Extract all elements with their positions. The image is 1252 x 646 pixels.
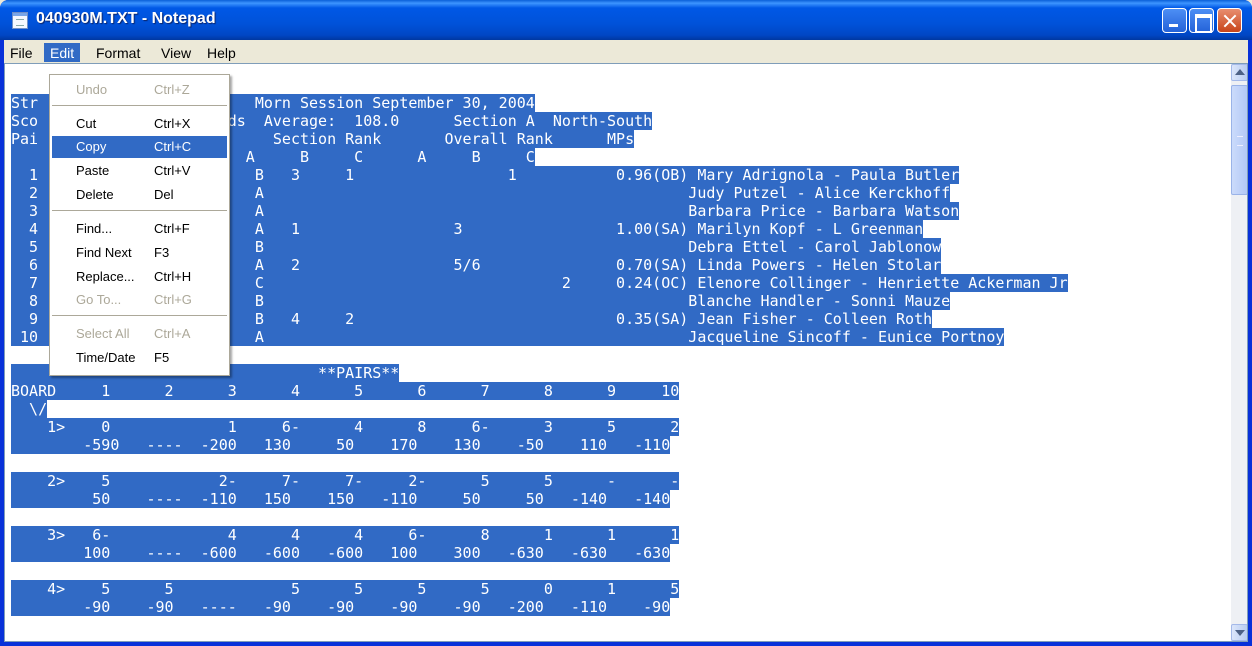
scroll-up-icon[interactable]	[1231, 64, 1247, 81]
menu-item-paste[interactable]: Paste Ctrl+V	[52, 160, 227, 182]
text-line: BOARD 1 2 3 4 5 6 7 8 9 10	[11, 382, 1068, 400]
menu-bar: File Edit Format View Help	[4, 40, 1248, 63]
menu-item-time-date[interactable]: Time/Date F5	[52, 347, 227, 369]
menu-separator	[52, 105, 227, 106]
paste-label: Paste	[76, 163, 110, 178]
text-line: -90 -90 ---- -90 -90 -90 -90 -200 -110 -…	[11, 598, 1068, 616]
find-next-label: Find Next	[76, 245, 132, 260]
text-line: 50 ---- -110 150 150 -110 50 50 -140 -14…	[11, 490, 1068, 508]
select-all-shortcut: Ctrl+A	[154, 326, 191, 341]
selected-text: -90 -90 ---- -90 -90 -90 -90 -200 -110 -…	[11, 598, 671, 616]
text-line	[11, 508, 1068, 526]
time-date-shortcut: F5	[154, 350, 170, 365]
menu-help[interactable]: Help	[201, 43, 242, 62]
text-line: 4> 5 5 5 5 5 5 0 1 5	[11, 580, 1068, 598]
copy-label: Copy	[76, 139, 107, 154]
menu-item-copy[interactable]: Copy Ctrl+C	[52, 136, 227, 158]
selected-text: 50 ---- -110 150 150 -110 50 50 -140 -14…	[11, 490, 671, 508]
text-line: 3> 6- 4 4 4 6- 8 1 1 1	[11, 526, 1068, 544]
text-line: 100 ---- -600 -600 -600 100 300 -630 -63…	[11, 544, 1068, 562]
menu-view[interactable]: View	[155, 43, 197, 62]
paste-shortcut: Ctrl+V	[154, 163, 191, 178]
selected-text: 100 ---- -600 -600 -600 100 300 -630 -63…	[11, 544, 671, 562]
menu-separator	[52, 315, 227, 316]
vertical-scrollbar[interactable]	[1231, 64, 1247, 641]
select-all-label: Select All	[76, 326, 130, 341]
title-bar[interactable]: 040930M.TXT - Notepad	[0, 0, 1252, 40]
selected-text: -590 ---- -200 130 50 170 130 -50 110 -1…	[11, 436, 671, 454]
menu-item-undo[interactable]: Undo Ctrl+Z	[52, 79, 227, 101]
text-line	[11, 454, 1068, 472]
undo-label: Undo	[76, 82, 108, 97]
edit-menu-dropdown: Undo Ctrl+Z Cut Ctrl+X Copy Ctrl+C Paste Ctr…	[49, 74, 230, 376]
close-button[interactable]	[1217, 8, 1242, 33]
delete-shortcut: Del	[154, 187, 174, 202]
time-date-label: Time/Date	[76, 350, 136, 365]
find-label: Find...	[76, 221, 113, 236]
menu-file[interactable]: File	[4, 43, 39, 62]
maximize-button[interactable]	[1189, 8, 1214, 33]
selected-text: 2> 5 2- 7- 7- 2- 5 5 - -	[11, 472, 680, 490]
text-line: \/	[11, 400, 1068, 418]
cut-label: Cut	[76, 116, 97, 131]
undo-shortcut: Ctrl+Z	[154, 82, 190, 97]
selected-text: 3> 6- 4 4 4 6- 8 1 1 1	[11, 526, 680, 544]
scroll-thumb[interactable]	[1231, 85, 1247, 195]
selected-text: 1> 0 1 6- 4 8 6- 3 5 2	[11, 418, 680, 436]
text-line: 1> 0 1 6- 4 8 6- 3 5 2	[11, 418, 1068, 436]
menu-item-select-all[interactable]: Select All Ctrl+A	[52, 323, 227, 345]
go-to-label: Go To...	[76, 292, 122, 307]
minimize-button[interactable]	[1162, 8, 1187, 33]
window-title: 040930M.TXT - Notepad	[36, 10, 216, 27]
go-to-shortcut: Ctrl+G	[154, 292, 192, 307]
scroll-down-icon[interactable]	[1231, 624, 1247, 641]
replace-label: Replace...	[76, 269, 135, 284]
menu-edit[interactable]: Edit	[44, 43, 81, 62]
notepad-icon	[12, 12, 28, 29]
find-next-shortcut: F3	[154, 245, 170, 260]
menu-item-cut[interactable]: Cut Ctrl+X	[52, 113, 227, 135]
menu-item-go-to[interactable]: Go To... Ctrl+G	[52, 289, 227, 311]
replace-shortcut: Ctrl+H	[154, 269, 192, 284]
selected-text: BOARD 1 2 3 4 5 6 7 8 9 10	[11, 382, 680, 400]
find-shortcut: Ctrl+F	[154, 221, 190, 236]
copy-shortcut: Ctrl+C	[154, 139, 192, 154]
cut-shortcut: Ctrl+X	[154, 116, 191, 131]
menu-item-delete[interactable]: Delete Del	[52, 184, 227, 206]
text-line: 2> 5 2- 7- 7- 2- 5 5 - -	[11, 472, 1068, 490]
menu-item-replace[interactable]: Replace... Ctrl+H	[52, 266, 227, 288]
menu-item-find[interactable]: Find... Ctrl+F	[52, 218, 227, 240]
delete-label: Delete	[76, 187, 114, 202]
selected-text: \/	[11, 400, 48, 418]
menu-item-find-next[interactable]: Find Next F3	[52, 242, 227, 264]
menu-format[interactable]: Format	[90, 43, 146, 62]
text-line: -590 ---- -200 130 50 170 130 -50 110 -1…	[11, 436, 1068, 454]
selected-text: 4> 5 5 5 5 5 5 0 1 5	[11, 580, 680, 598]
text-line	[11, 562, 1068, 580]
menu-separator	[52, 210, 227, 211]
